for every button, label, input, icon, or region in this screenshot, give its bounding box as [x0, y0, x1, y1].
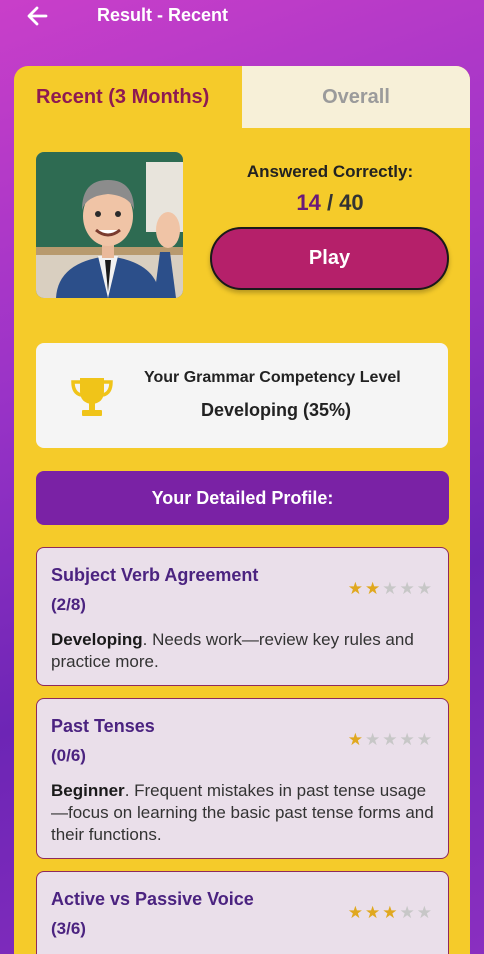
- star-icon: ★: [416, 903, 432, 922]
- star-rating: ★ ★ ★ ★ ★: [348, 731, 432, 748]
- star-icon: ★: [399, 903, 415, 922]
- score-readout: 14 / 40: [210, 190, 450, 216]
- competency-value: Developing (35%): [201, 400, 352, 420]
- tab-overall[interactable]: Overall: [242, 66, 470, 128]
- star-icon: ★: [416, 579, 432, 598]
- tab-recent[interactable]: Recent (3 Months): [14, 66, 242, 128]
- topic-name: Active vs Passive Voice: [51, 889, 254, 909]
- competency-level-box: Your Grammar Competency Level Developing…: [36, 343, 448, 448]
- topic-level: Beginner: [51, 781, 125, 800]
- topic-card[interactable]: Active vs Passive Voice (3/6) ★ ★ ★ ★ ★: [36, 871, 449, 954]
- star-icon: ★: [347, 579, 363, 598]
- star-icon: ★: [399, 579, 415, 598]
- star-icon: ★: [382, 903, 398, 922]
- topic-card[interactable]: Past Tenses (0/6) ★ ★ ★ ★ ★ Beginner. Freque…: [36, 698, 449, 859]
- topic-score: (3/6): [51, 919, 86, 938]
- star-icon: ★: [365, 579, 381, 598]
- competency-title: Your Grammar Competency Level: [144, 369, 401, 386]
- star-icon: ★: [399, 730, 415, 749]
- score-total: 40: [339, 190, 364, 215]
- avatar: [36, 152, 183, 298]
- star-icon: ★: [382, 730, 398, 749]
- play-button[interactable]: Play: [210, 227, 449, 290]
- topic-score: (2/8): [51, 595, 86, 614]
- topic-description: Developing. Needs work—review key rules …: [51, 629, 441, 673]
- topic-card[interactable]: Subject Verb Agreement (2/8) ★ ★ ★ ★ ★ Devel…: [36, 547, 449, 686]
- score-correct: 14: [296, 190, 321, 215]
- star-icon: ★: [365, 730, 381, 749]
- star-rating: ★ ★ ★ ★ ★: [348, 580, 432, 597]
- star-icon: ★: [347, 903, 363, 922]
- topic-score: (0/6): [51, 746, 86, 765]
- topic-description: Beginner. Frequent mistakes in past tens…: [51, 780, 441, 846]
- star-rating: ★ ★ ★ ★ ★: [348, 904, 432, 921]
- topic-level: Developing: [51, 630, 143, 649]
- arrow-left-icon[interactable]: [24, 2, 52, 30]
- star-icon: ★: [365, 903, 381, 922]
- star-icon: ★: [347, 730, 363, 749]
- topic-name: Subject Verb Agreement: [51, 565, 259, 585]
- star-icon: ★: [382, 579, 398, 598]
- star-icon: ★: [416, 730, 432, 749]
- detailed-profile-header: Your Detailed Profile:: [36, 471, 449, 525]
- answered-correctly-label: Answered Correctly:: [246, 162, 414, 181]
- score-separator: /: [320, 190, 340, 215]
- result-card: Recent (3 Months) Overall Answered Corre…: [14, 66, 470, 954]
- app-bar: Result - Recent: [0, 0, 484, 34]
- page-title: Result - Recent: [97, 5, 229, 25]
- topic-name: Past Tenses: [51, 716, 155, 736]
